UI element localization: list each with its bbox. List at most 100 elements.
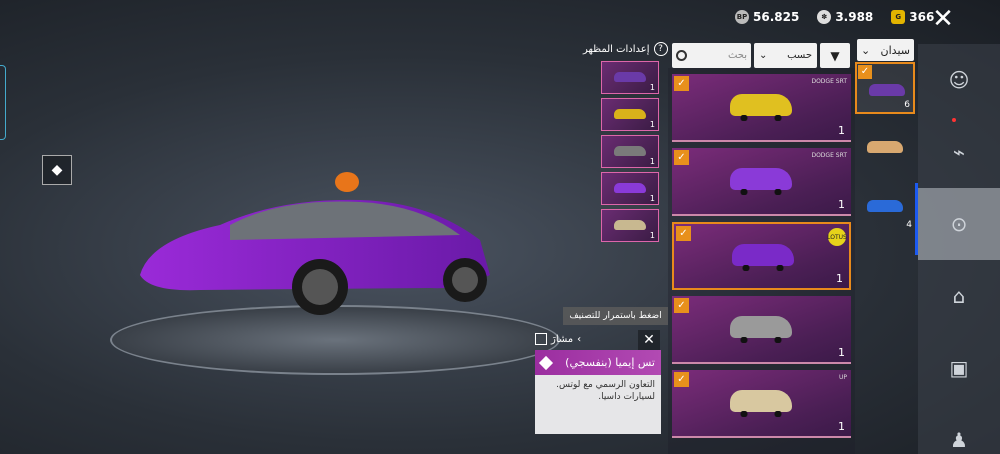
notification-dot	[952, 118, 956, 122]
check-icon: ✓	[676, 226, 691, 241]
car-thumbnail	[614, 72, 646, 82]
category-nav: ☺ ⌁ ⊙ ⌂ ▣ ♟	[918, 44, 1000, 454]
car-thumbnail	[867, 141, 903, 153]
currency-bar: BP 56.825 ✽ 3.988 G 366	[735, 10, 934, 24]
bp-balance: BP 56.825	[735, 10, 799, 24]
vehicle-type-item[interactable]: ✓ 6	[855, 62, 915, 114]
car-image	[730, 390, 792, 417]
vehicle-list[interactable]: ✓ DODGE SRT 1 ✓ DODGE SRT 1 ✓ LOTUS 1 ✓ 1 ✓ UP 1	[668, 68, 855, 454]
showroom-scene: ◆ BP 56.825 ✽ 3.988 G 366 ✕ إعدادات المظ…	[0, 0, 1000, 454]
gun-icon: ⌁	[952, 140, 966, 164]
vehicle-card[interactable]: ✓ LOTUS 1	[672, 222, 851, 290]
check-icon: ✓	[674, 372, 689, 387]
item-count: 1	[649, 157, 655, 166]
search-input[interactable]: بحث	[672, 43, 751, 68]
check-icon: ✓	[858, 65, 872, 79]
ag-coin-icon: G	[891, 10, 906, 24]
hold-to-sort-hint: اضغط باستمرار للتصنيف	[563, 307, 668, 325]
item-count: 1	[836, 272, 843, 285]
close-info-button[interactable]: ✕	[638, 330, 660, 350]
skin-thumb[interactable]: 1	[601, 98, 659, 131]
vehicle-type-column: ✓ 6 4	[855, 62, 915, 239]
brand-label: DODGE SRT	[811, 78, 847, 85]
item-count: 1	[838, 198, 845, 211]
chevron-left-icon: ‹	[577, 333, 582, 345]
search-placeholder: بحث	[727, 50, 747, 61]
vehicle-card[interactable]: ✓ DODGE SRT 1	[672, 148, 851, 216]
item-count: 1	[649, 120, 655, 129]
item-count: 1	[649, 83, 655, 92]
pumpkin-decoration	[335, 172, 359, 192]
share-label: مشارَ	[551, 333, 574, 345]
check-icon: ✓	[674, 298, 689, 313]
share-button[interactable]: مشارَ ‹	[535, 333, 581, 345]
skin-thumb[interactable]: 1	[601, 61, 659, 94]
car-image	[730, 168, 792, 195]
item-count: 1	[649, 231, 655, 240]
bp-value: 56.825	[753, 10, 800, 24]
category-select[interactable]: ⌄ سيدان	[857, 39, 914, 61]
sort-label: حسب	[787, 50, 812, 61]
vehicle-type-item[interactable]: 4	[855, 180, 915, 232]
nav-item[interactable]: ♟	[918, 404, 1000, 454]
item-count: 1	[838, 420, 845, 433]
skin-thumb[interactable]: 1	[601, 209, 659, 242]
car-thumbnail	[614, 146, 646, 156]
filter-bar: بحث ⌄ حسب ▼	[672, 43, 855, 68]
chevron-down-icon: ⌄	[861, 43, 871, 57]
vehicle-card[interactable]: ✓ DODGE SRT 1	[672, 74, 851, 142]
uc-coin-icon: ✽	[817, 10, 832, 24]
appearance-settings[interactable]: إعدادات المظهر ?	[583, 42, 668, 56]
car-image	[732, 244, 794, 271]
item-description: التعاون الرسمي مع لوتس. لسيارات داسيا.	[556, 380, 655, 402]
car-image	[730, 94, 792, 121]
help-icon[interactable]: ?	[653, 42, 668, 56]
vehicle-card[interactable]: ✓ 1	[672, 296, 851, 364]
brand-label: DODGE SRT	[811, 152, 847, 159]
car-thumbnail	[867, 200, 903, 212]
character-icon: ☺	[948, 68, 970, 92]
vehicle-card[interactable]: ✓ UP 1	[672, 370, 851, 438]
car-thumbnail	[614, 109, 646, 119]
skin-thumb[interactable]: 1	[601, 135, 659, 168]
vehicle-type-item[interactable]	[855, 121, 915, 173]
car-thumbnail	[614, 220, 646, 230]
steering-wheel-icon: ⊙	[950, 212, 968, 236]
category-label: سيدان	[880, 43, 910, 57]
nav-item[interactable]: ☺	[918, 44, 1000, 116]
share-icon	[535, 333, 547, 345]
item-count: 6	[904, 100, 910, 110]
item-count: 1	[838, 124, 845, 137]
sort-select[interactable]: ⌄ حسب	[754, 43, 817, 68]
check-icon: ✓	[674, 150, 689, 165]
box-icon: ▣	[949, 356, 969, 380]
filter-button[interactable]: ▼	[820, 43, 850, 68]
uc-balance: ✽ 3.988	[817, 10, 873, 24]
showcase-car[interactable]	[130, 180, 500, 330]
nav-item[interactable]: ⊙	[918, 188, 1000, 260]
item-count: 4	[906, 220, 912, 230]
skin-thumb[interactable]: 1	[601, 172, 659, 205]
nav-item[interactable]: ⌁	[918, 116, 1000, 188]
left-edge-tab[interactable]	[0, 65, 6, 140]
skin-thumbnails: 1 1 1 1 1	[601, 61, 660, 246]
car-thumbnail	[869, 84, 905, 96]
item-count: 1	[838, 346, 845, 359]
tag-icon	[538, 355, 554, 370]
soldier-icon: ♟	[950, 428, 968, 452]
brand-label: UP	[838, 374, 847, 381]
item-count: 1	[649, 194, 655, 203]
uc-value: 3.988	[835, 10, 874, 24]
nav-item[interactable]: ⌂	[918, 260, 1000, 332]
car-thumbnail	[614, 183, 646, 193]
check-icon: ✓	[674, 76, 689, 91]
item-info-panel: تس إيميا (بنفسجي) التعاون الرسمي مع لوتس…	[535, 350, 661, 434]
appearance-label: إعدادات المظهر	[583, 43, 650, 55]
close-button[interactable]: ✕	[928, 5, 958, 33]
filter-icon: ▼	[830, 48, 840, 63]
car-view-icon[interactable]: ◆	[42, 155, 72, 185]
search-icon	[676, 50, 687, 61]
item-title-bar: تس إيميا (بنفسجي)	[535, 350, 661, 375]
car-image	[730, 316, 792, 343]
nav-item[interactable]: ▣	[918, 332, 1000, 404]
